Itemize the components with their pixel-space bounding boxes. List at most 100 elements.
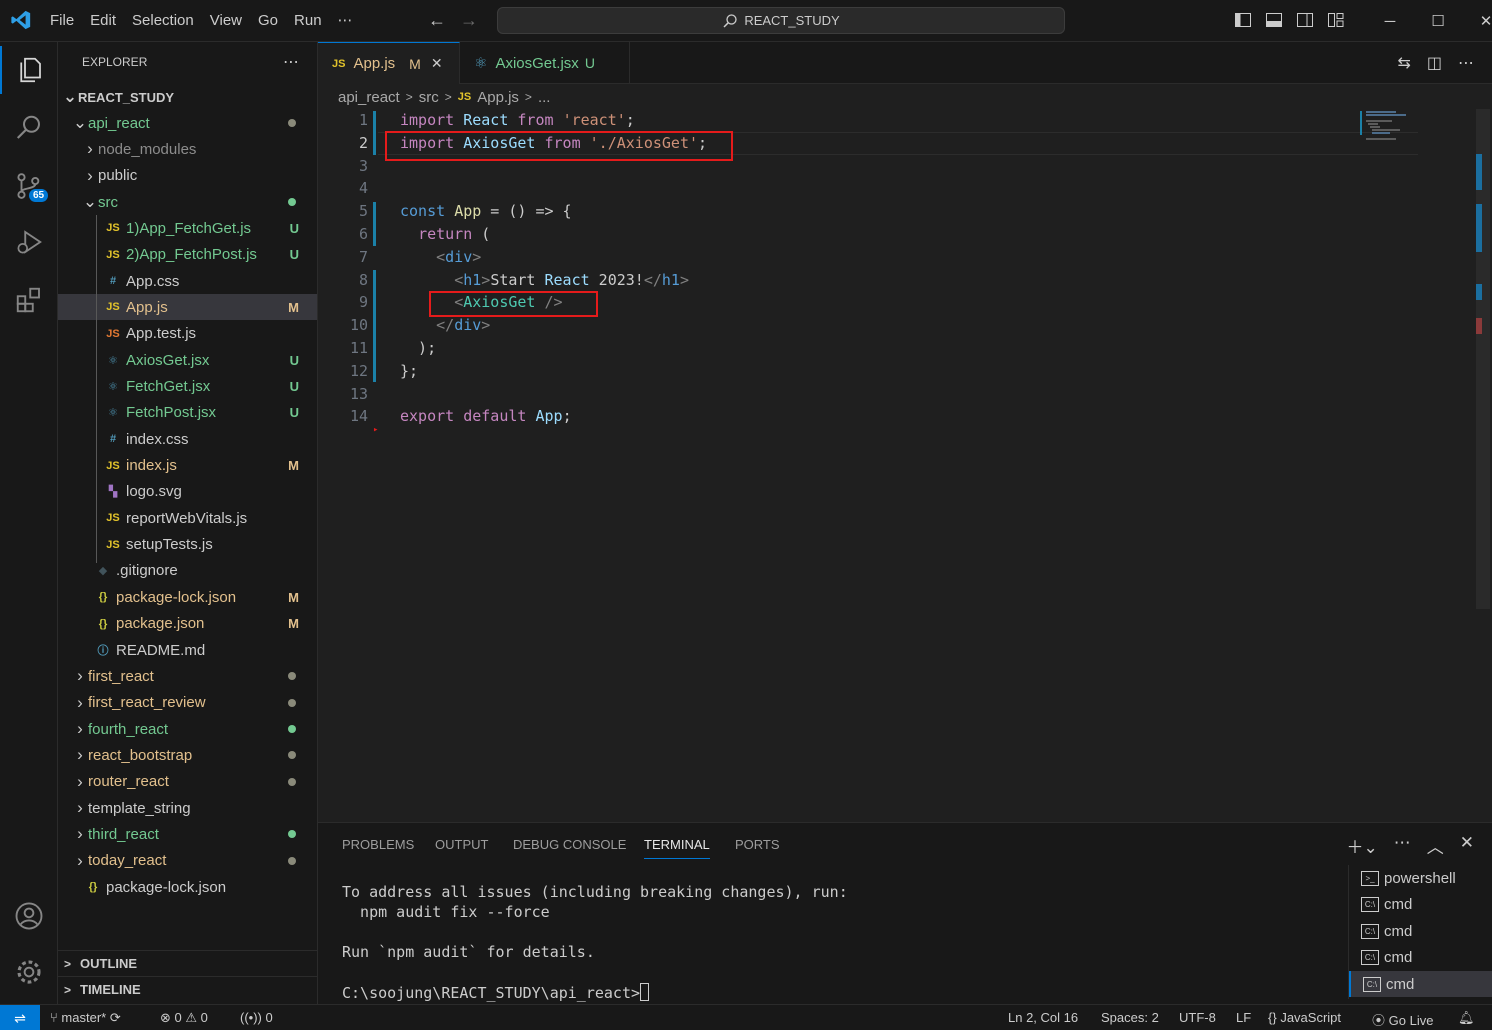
manage-activity[interactable]	[0, 948, 58, 996]
chevron-right-icon: ›	[77, 850, 83, 870]
git-status-dot	[288, 198, 296, 207]
tree-folder[interactable]: › today_react	[58, 848, 317, 874]
terminal-item-powershell[interactable]: >_ powershell	[1349, 865, 1492, 891]
tree-folder[interactable]: › first_react	[58, 663, 317, 689]
branch-status[interactable]: ⑂ master* ⟳	[50, 1010, 121, 1026]
breadcrumb-symbol[interactable]: ...	[538, 89, 551, 106]
panel-tab-problems[interactable]: PROBLEMS	[342, 837, 414, 852]
gutter-deleted-marker: ▸	[373, 425, 379, 435]
panel-tab-debug-console[interactable]: DEBUG CONSOLE	[513, 837, 626, 852]
tree-folder[interactable]: ⌄ src	[58, 189, 317, 215]
indentation-status[interactable]: Spaces: 2	[1101, 1010, 1159, 1025]
code-line: return (	[418, 225, 491, 243]
remote-indicator-icon[interactable]: ⇌	[0, 1005, 40, 1030]
file-type-icon: JS	[106, 512, 120, 525]
tree-file[interactable]: {} package-lock.json	[58, 874, 317, 900]
breadcrumb-folder[interactable]: api_react	[338, 89, 400, 106]
explorer-more-icon[interactable]: ⋯	[283, 52, 299, 72]
tree-item-label: src	[98, 193, 118, 211]
close-icon[interactable]: ✕	[431, 55, 443, 72]
tree-folder[interactable]: › first_react_review	[58, 690, 317, 716]
tree-folder[interactable]: › public	[58, 163, 317, 189]
panel-tab-ports[interactable]: PORTS	[735, 837, 780, 852]
close-window-icon[interactable]: ✕	[1462, 12, 1492, 30]
ports-status[interactable]: ((•)) 0	[240, 1010, 273, 1025]
customize-layout-icon[interactable]	[1327, 11, 1345, 29]
language-status[interactable]: {} JavaScript	[1268, 1010, 1341, 1025]
breadcrumb-file[interactable]: App.js	[477, 89, 519, 106]
close-panel-icon[interactable]: ✕	[1460, 833, 1474, 858]
powershell-icon: >_	[1361, 870, 1379, 886]
extensions-activity[interactable]	[0, 276, 58, 324]
timeline-section[interactable]: > TIMELINE	[58, 976, 317, 1002]
tree-folder[interactable]: › router_react	[58, 769, 317, 795]
notifications-bell-icon[interactable]: 🔔︎	[1458, 1010, 1475, 1026]
tree-file[interactable]: {} package-lock.json M	[58, 584, 317, 610]
toggle-panel-icon[interactable]	[1265, 11, 1283, 29]
menu-edit[interactable]: Edit	[82, 0, 124, 42]
more-actions-icon[interactable]: ⋯	[1394, 833, 1411, 858]
toggle-secondary-sidebar-icon[interactable]	[1296, 11, 1314, 29]
go-live-button[interactable]: ⦿ Go Live	[1372, 1010, 1433, 1029]
tree-folder[interactable]: ⌄ api_react	[58, 110, 317, 136]
terminal-item-cmd[interactable]: C:\ cmd	[1349, 918, 1492, 944]
encoding-status[interactable]: UTF-8	[1179, 1010, 1216, 1025]
terminal-item-cmd[interactable]: C:\ cmd	[1349, 944, 1492, 970]
line-number: 13	[349, 384, 368, 403]
terminal-prompt[interactable]: C:\soojung\REACT_STUDY\api_react>	[342, 983, 650, 1002]
code-editor[interactable]: ▸ 1 import React from 'react'; 2 import Axi…	[318, 109, 1476, 819]
explorer-activity[interactable]	[0, 46, 58, 94]
menu-go[interactable]: Go	[250, 0, 286, 42]
more-actions-icon[interactable]: ⋯	[1458, 53, 1474, 73]
problems-status[interactable]: ⊗ 0 ⚠ 0	[160, 1010, 208, 1026]
menu-view[interactable]: View	[202, 0, 250, 42]
menu-run[interactable]: Run	[286, 0, 330, 42]
panel-tab-output[interactable]: OUTPUT	[435, 837, 488, 852]
cursor-position[interactable]: Ln 2, Col 16	[1008, 1010, 1078, 1025]
language-name: JavaScript	[1280, 1010, 1342, 1025]
tab-status: U	[584, 55, 595, 71]
outline-section[interactable]: > OUTLINE	[58, 950, 317, 976]
terminal-item-cmd[interactable]: C:\ cmd	[1349, 891, 1492, 917]
tree-folder[interactable]: › node_modules	[58, 136, 317, 162]
breadcrumb-folder[interactable]: src	[419, 89, 439, 106]
file-type-icon: ⓘ	[97, 645, 109, 657]
back-arrow-icon[interactable]: ←	[428, 10, 446, 31]
tree-folder[interactable]: › template_string	[58, 795, 317, 821]
accounts-activity[interactable]	[0, 892, 58, 940]
new-terminal-icon[interactable]: ＋⌄	[1347, 833, 1378, 858]
source-control-activity[interactable]: 65	[0, 162, 58, 210]
split-editor-icon[interactable]: ◫	[1427, 53, 1442, 73]
maximize-panel-icon[interactable]: ︿	[1427, 833, 1444, 858]
prompt-path: C:\soojung\REACT_STUDY\api_react>	[342, 984, 641, 1002]
vertical-scrollbar[interactable]	[1476, 109, 1490, 609]
tree-file[interactable]: {} package.json M	[58, 611, 317, 637]
tab-axiosget-jsx[interactable]: ⚛ AxiosGet.jsx U	[460, 42, 630, 84]
maximize-icon[interactable]: ☐	[1414, 12, 1462, 30]
menu-more[interactable]: ⋯	[330, 0, 361, 42]
menu-file[interactable]: File	[42, 0, 82, 42]
tree-folder[interactable]: › third_react	[58, 821, 317, 847]
files-icon	[20, 57, 41, 83]
toggle-primary-sidebar-icon[interactable]	[1234, 11, 1252, 29]
tree-file[interactable]: ⓘ README.md	[58, 637, 317, 663]
chevron-right-icon: >	[64, 982, 72, 997]
open-changes-icon[interactable]: ⇆	[1397, 53, 1410, 73]
tree-folder[interactable]: › fourth_react	[58, 716, 317, 742]
run-debug-activity[interactable]	[0, 218, 58, 266]
eol-status[interactable]: LF	[1236, 1010, 1251, 1025]
tab-app-js[interactable]: JS App.js M ✕	[318, 42, 460, 84]
command-center[interactable]: REACT_STUDY	[497, 7, 1065, 34]
file-type-icon: JS	[106, 327, 120, 340]
menu-selection[interactable]: Selection	[124, 0, 202, 42]
terminal-item-cmd[interactable]: C:\ cmd	[1349, 971, 1492, 997]
minimize-icon[interactable]: ─	[1366, 13, 1414, 30]
chevron-right-icon: ›	[77, 745, 83, 765]
forward-arrow-icon[interactable]: →	[460, 10, 478, 31]
panel-tab-terminal[interactable]: TERMINAL	[644, 837, 710, 859]
tree-folder[interactable]: › react_bootstrap	[58, 742, 317, 768]
search-activity[interactable]	[0, 104, 58, 152]
workspace-root[interactable]: ⌄ REACT_STUDY	[58, 84, 317, 110]
chevron-right-icon: ›	[77, 692, 83, 712]
minimap[interactable]	[1360, 109, 1460, 149]
